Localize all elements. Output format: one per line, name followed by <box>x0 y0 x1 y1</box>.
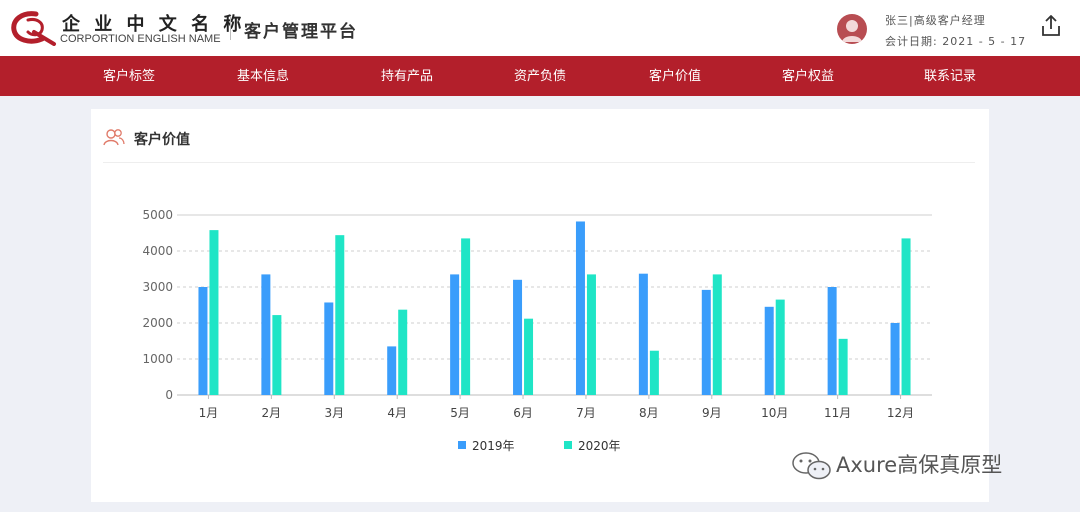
x-tick-label: 11月 <box>824 406 851 420</box>
nav-tab-customer-value[interactable]: 客户价值 <box>649 56 701 96</box>
nav-tab-contact-records[interactable]: 联系记录 <box>924 56 976 96</box>
main-nav: 客户标签 基本信息 持有产品 资产负债 客户价值 客户权益 联系记录 <box>0 56 1080 96</box>
bar-2020年-7月 <box>586 274 596 395</box>
bar-2020年-12月 <box>901 238 911 395</box>
title-divider <box>230 16 231 40</box>
bar-2019年-10月 <box>764 306 774 395</box>
bar-2020年-11月 <box>838 338 848 395</box>
app-header: 企 业 中 文 名 称 CORPORTION ENGLISH NAME 客户管理… <box>0 0 1080 56</box>
bar-2019年-7月 <box>575 221 585 395</box>
y-tick-label: 5000 <box>142 208 173 222</box>
legend-label-2020: 2020年 <box>578 439 621 453</box>
nav-tab-customer-tags[interactable]: 客户标签 <box>103 56 155 96</box>
bar-2019年-4月 <box>387 346 397 395</box>
nav-tab-holdings[interactable]: 持有产品 <box>381 56 433 96</box>
bar-2019年-12月 <box>890 323 900 395</box>
x-tick-label: 3月 <box>324 406 344 420</box>
bar-2020年-3月 <box>335 235 345 395</box>
bar-2019年-9月 <box>701 289 711 395</box>
x-tick-label: 10月 <box>761 406 788 420</box>
y-tick-label: 1000 <box>142 352 173 366</box>
bar-2020年-10月 <box>775 299 785 395</box>
y-tick-label: 3000 <box>142 280 173 294</box>
bar-2020年-8月 <box>649 350 659 395</box>
bar-2019年-2月 <box>261 274 271 395</box>
nav-tab-customer-rights[interactable]: 客户权益 <box>782 56 834 96</box>
bar-2019年-3月 <box>324 302 334 395</box>
bar-2020年-6月 <box>524 318 534 395</box>
company-name-en: CORPORTION ENGLISH NAME <box>60 33 221 45</box>
customer-value-chart: 0 1000 2000 3000 4000 5000 1月 2月 3月 4月 5月 6月 7月 8月 9月 1… <box>142 208 932 420</box>
nav-tab-assets-liabilities[interactable]: 资产负债 <box>514 56 566 96</box>
export-icon[interactable] <box>1040 14 1062 38</box>
wechat-icon <box>792 452 831 480</box>
x-tick-label: 7月 <box>576 406 596 420</box>
nav-tab-basic-info[interactable]: 基本信息 <box>237 56 289 96</box>
x-tick-label: 6月 <box>513 406 533 420</box>
x-tick-label: 9月 <box>702 406 722 420</box>
user-name-role: 张三|高级客户经理 <box>885 14 986 27</box>
x-tick-label: 12月 <box>887 406 914 420</box>
x-tick-label: 4月 <box>387 406 407 420</box>
bar-2019年-11月 <box>827 287 837 395</box>
customer-value-card: 客户价值 0 1000 2000 3000 4000 5000 1月 2月 3月 4月 5月 6月 7月… <box>91 109 989 502</box>
bar-2020年-1月 <box>209 230 219 395</box>
bar-2020年-4月 <box>398 309 408 395</box>
legend-label-2019: 2019年 <box>472 439 515 453</box>
logo-icon <box>11 11 56 46</box>
y-tick-label: 2000 <box>142 316 173 330</box>
user-avatar-icon[interactable] <box>837 14 867 44</box>
bar-2020年-2月 <box>272 315 282 395</box>
bar-2020年-5月 <box>461 238 471 395</box>
x-tick-label: 2月 <box>262 406 282 420</box>
legend-swatch-2020 <box>564 441 572 449</box>
bar-2019年-6月 <box>513 279 523 395</box>
x-tick-label: 5月 <box>450 406 470 420</box>
x-tick-label: 1月 <box>199 406 219 420</box>
bar-2019年-5月 <box>450 274 460 395</box>
accounting-date: 会计日期: 2021 - 5 - 17 <box>885 35 1027 48</box>
x-tick-label: 8月 <box>639 406 659 420</box>
bar-2019年-8月 <box>638 273 648 395</box>
watermark-text: Axure高保真原型 <box>836 453 1003 477</box>
legend-swatch-2019 <box>458 441 466 449</box>
y-tick-label: 4000 <box>142 244 173 258</box>
y-tick-label: 0 <box>165 388 173 402</box>
bar-2020年-9月 <box>712 274 722 395</box>
platform-title: 客户管理平台 <box>244 22 358 42</box>
watermark: Axure高保真原型 <box>790 448 1050 482</box>
bar-2019年-1月 <box>198 287 208 395</box>
